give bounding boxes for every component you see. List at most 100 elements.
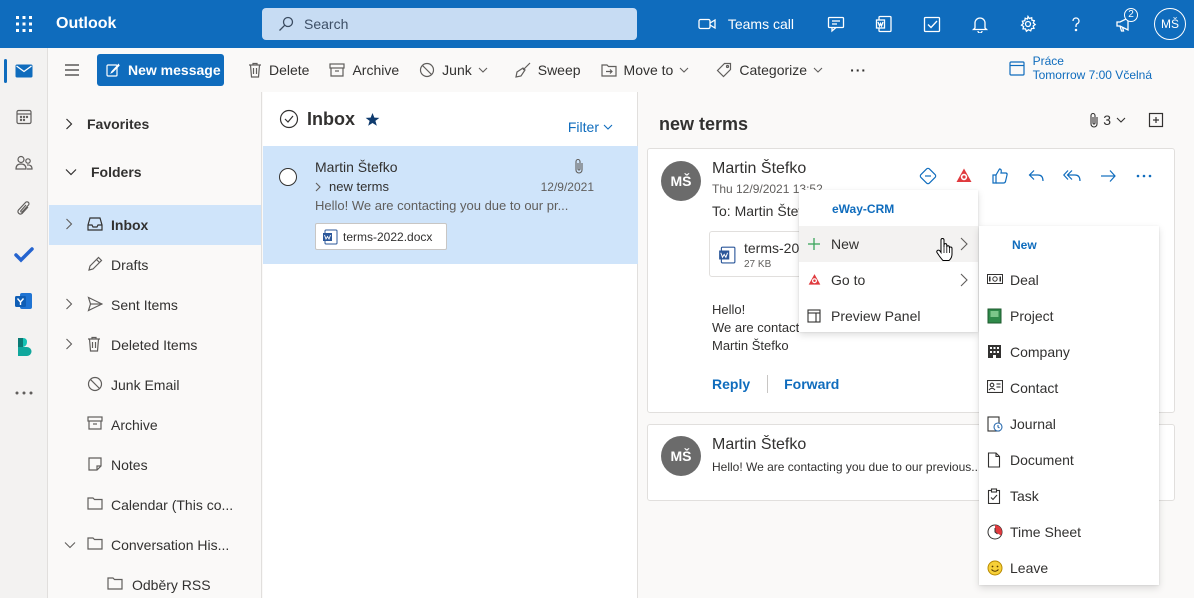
- mail-app-icon[interactable]: [0, 48, 48, 94]
- sender-avatar[interactable]: MŠ: [661, 161, 701, 201]
- upcoming-event[interactable]: Práce Tomorrow 7:00 Včelná: [1009, 54, 1152, 82]
- menu-item-company[interactable]: Company: [979, 334, 1159, 370]
- attachment-chip[interactable]: terms-2022.docx: [315, 223, 447, 250]
- sender-name[interactable]: Martin Štefko: [712, 436, 806, 454]
- menu-item-contact[interactable]: Contact: [979, 370, 1159, 406]
- trash-icon: [87, 336, 101, 352]
- divider: [767, 375, 769, 393]
- menu-item-label: Go to: [831, 272, 866, 288]
- junk-button[interactable]: Junk: [409, 54, 505, 86]
- favorites-section[interactable]: Favorites: [49, 100, 261, 148]
- feedback-megaphone-icon[interactable]: 2: [1100, 0, 1148, 48]
- favorite-star-icon[interactable]: [365, 112, 380, 127]
- hamburger-menu-icon[interactable]: [48, 64, 96, 76]
- forward-icon[interactable]: [1090, 164, 1126, 188]
- files-paperclip-icon[interactable]: [0, 186, 48, 232]
- yammer-app-icon[interactable]: [0, 278, 48, 324]
- menu-item-project[interactable]: Project: [979, 298, 1159, 334]
- menu-item-label: New: [831, 236, 860, 252]
- folder-label: Conversation His...: [111, 537, 230, 553]
- eway-crm-icon[interactable]: [946, 164, 982, 188]
- teams-call-button[interactable]: Teams call: [698, 16, 794, 32]
- sender-name[interactable]: Martin Štefko: [712, 160, 806, 178]
- folder-conversation-history[interactable]: Conversation His...: [49, 525, 261, 565]
- bell-icon[interactable]: [956, 0, 1004, 48]
- sweep-button[interactable]: Sweep: [505, 54, 591, 86]
- project-book-icon: [987, 308, 1002, 324]
- help-icon[interactable]: [1052, 0, 1100, 48]
- folder-deleted-items[interactable]: Deleted Items: [49, 325, 261, 365]
- archive-label: Archive: [352, 62, 400, 78]
- message-list-item[interactable]: Martin Štefko new terms 12/9/2021 Hello!…: [263, 146, 638, 264]
- chevron-right-icon[interactable]: [315, 182, 329, 192]
- submenu-header: New: [1012, 238, 1037, 252]
- reply-button[interactable]: Reply: [712, 376, 750, 392]
- more-commands-button[interactable]: ···: [840, 54, 877, 86]
- pencil-icon: [87, 256, 103, 272]
- new-message-label: New message: [128, 62, 221, 78]
- todo-app-icon[interactable]: [0, 232, 48, 278]
- settings-gear-icon[interactable]: [1004, 0, 1052, 48]
- folders-section[interactable]: Folders: [49, 148, 261, 196]
- chevron-down-icon: [1116, 117, 1130, 123]
- junk-label: Junk: [442, 62, 472, 78]
- search-input[interactable]: Search: [304, 16, 348, 32]
- menu-item-journal[interactable]: Journal: [979, 406, 1159, 442]
- chevron-down-icon: [65, 168, 91, 176]
- menu-item-deal[interactable]: Deal: [979, 262, 1159, 298]
- menu-item-leave[interactable]: Leave: [979, 550, 1159, 586]
- more-apps-icon[interactable]: [0, 370, 48, 416]
- reply-icon[interactable]: [1018, 164, 1054, 188]
- select-all-checkmark-icon[interactable]: [279, 109, 299, 129]
- move-to-button[interactable]: Move to: [591, 54, 707, 86]
- chevron-down-icon[interactable]: [64, 541, 76, 549]
- folder-calendar[interactable]: Calendar (This co...: [49, 485, 261, 525]
- word-app-icon[interactable]: [860, 0, 908, 48]
- filter-button[interactable]: Filter: [568, 119, 613, 135]
- eway-link-icon[interactable]: [910, 164, 946, 188]
- menu-item-task[interactable]: Task: [979, 478, 1159, 514]
- archive-button[interactable]: Archive: [319, 54, 409, 86]
- folder-label: Notes: [111, 457, 148, 473]
- search-box[interactable]: Search: [262, 8, 637, 40]
- like-thumb-icon[interactable]: [982, 164, 1018, 188]
- app-launcher-icon[interactable]: [0, 0, 48, 48]
- folder-archive[interactable]: Archive: [49, 405, 261, 445]
- folder-junk-email[interactable]: Junk Email: [49, 365, 261, 405]
- attachments-count-button[interactable]: 3: [1089, 112, 1130, 128]
- forward-button[interactable]: Forward: [784, 376, 839, 392]
- folder-notes[interactable]: Notes: [49, 445, 261, 485]
- menu-item-label: Leave: [1010, 560, 1049, 576]
- reply-all-icon[interactable]: [1054, 164, 1090, 188]
- block-icon: [87, 376, 103, 392]
- app-brand[interactable]: Outlook: [56, 15, 262, 33]
- teams-call-label: Teams call: [727, 16, 794, 32]
- folder-rss[interactable]: Odběry RSS: [49, 565, 261, 598]
- menu-item-document[interactable]: Document: [979, 442, 1159, 478]
- chevron-right-icon[interactable]: [65, 218, 73, 230]
- chevron-right-icon[interactable]: [65, 298, 73, 310]
- categorize-button[interactable]: Categorize: [706, 54, 840, 86]
- sender-avatar[interactable]: MŠ: [661, 436, 701, 476]
- chevron-down-icon: [599, 124, 613, 130]
- user-avatar[interactable]: MŠ: [1154, 8, 1186, 40]
- folder-sent-items[interactable]: Sent Items: [49, 285, 261, 325]
- menu-item-go-to[interactable]: Go to: [799, 262, 978, 298]
- app-rail: [0, 48, 48, 598]
- menu-item-time-sheet[interactable]: Time Sheet: [979, 514, 1159, 550]
- chat-icon[interactable]: [812, 0, 860, 48]
- more-actions-icon[interactable]: [1126, 164, 1162, 188]
- new-message-button[interactable]: New message: [97, 54, 224, 86]
- delete-button[interactable]: Delete: [238, 54, 319, 86]
- folder-drafts[interactable]: Drafts: [49, 245, 261, 285]
- bookings-app-icon[interactable]: [0, 324, 48, 370]
- chevron-right-icon[interactable]: [65, 338, 73, 350]
- menu-item-label: Deal: [1010, 272, 1039, 288]
- menu-item-preview-panel[interactable]: Preview Panel: [799, 298, 978, 334]
- open-in-new-window-icon[interactable]: [1148, 112, 1164, 128]
- calendar-app-icon[interactable]: [0, 94, 48, 140]
- select-message-radio[interactable]: [279, 168, 297, 186]
- todo-icon[interactable]: [908, 0, 956, 48]
- folder-inbox[interactable]: Inbox: [49, 205, 261, 245]
- people-app-icon[interactable]: [0, 140, 48, 186]
